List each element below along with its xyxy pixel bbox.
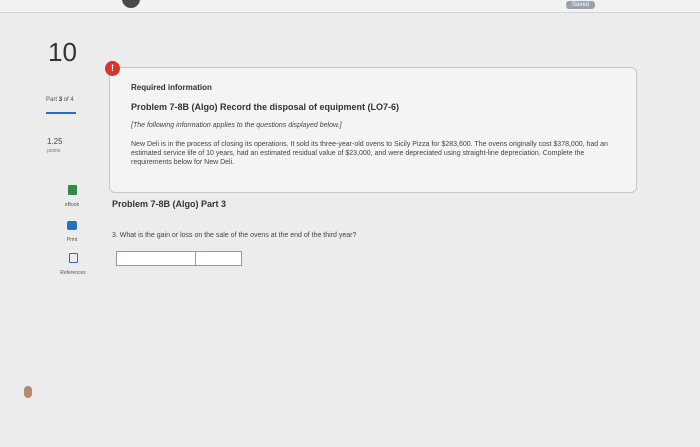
part-title: Problem 7-8B (Algo) Part 3: [112, 199, 227, 209]
points-label: points: [47, 148, 61, 154]
part-prefix: Part: [46, 97, 58, 103]
saved-badge: Saved: [566, 1, 596, 9]
printer-icon: [67, 221, 77, 230]
question-text: 3. What is the gain or loss on the sale …: [112, 232, 357, 239]
part-current: 3: [58, 97, 63, 103]
problem-title: Problem 7-8B (Algo) Record the disposal …: [131, 102, 400, 112]
alert-icon: !: [105, 61, 120, 76]
part-indicator: Part 3 of 4: [46, 97, 74, 103]
references-button[interactable]: References: [53, 250, 93, 276]
references-label: References: [60, 270, 86, 276]
book-icon: [67, 185, 77, 195]
points-value: 1.25: [47, 137, 63, 146]
ebook-label: eBook: [64, 202, 80, 208]
amount-input[interactable]: [196, 252, 241, 265]
document-icon: [68, 253, 78, 263]
print-button[interactable]: Print: [52, 217, 92, 243]
info-body: New Deli is in the process of closing it…: [131, 141, 608, 166]
menu-icon[interactable]: [122, 0, 140, 8]
part-progress-bar: [46, 112, 76, 114]
question-number: 10: [48, 37, 77, 67]
info-heading: Required information: [131, 83, 212, 92]
finger-in-photo: [24, 386, 32, 398]
gain-loss-select[interactable]: [117, 252, 196, 265]
answer-row: [116, 251, 242, 266]
part-total: of 4: [63, 97, 74, 103]
top-toolbar: Saved: [0, 0, 700, 13]
info-note: [The following information applies to th…: [131, 122, 342, 129]
ebook-button[interactable]: eBook: [52, 182, 92, 208]
print-label: Print: [66, 237, 78, 243]
